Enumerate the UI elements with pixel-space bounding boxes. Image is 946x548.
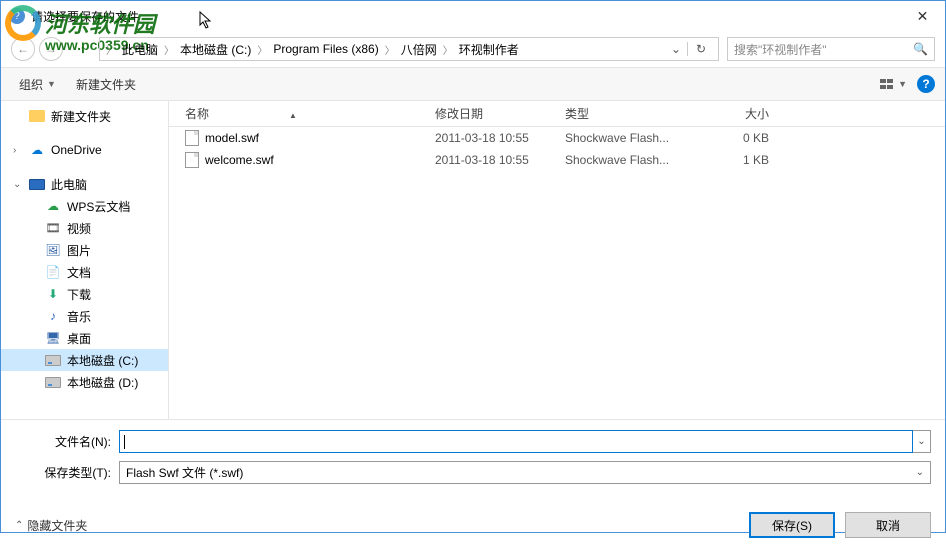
- app-icon: ?: [9, 8, 25, 24]
- expand-icon[interactable]: ›: [13, 145, 16, 156]
- tree-item-desktop[interactable]: 🖥桌面: [1, 327, 168, 349]
- back-button[interactable]: ←: [11, 37, 35, 61]
- tree-item-label: 文档: [67, 264, 91, 281]
- tree-item-label: 图片: [67, 242, 91, 259]
- tree-item-disk[interactable]: 本地磁盘 (C:): [1, 349, 168, 371]
- filetype-label: 保存类型(T):: [15, 464, 119, 481]
- file-name: model.swf: [205, 131, 259, 145]
- save-button[interactable]: 保存(S): [749, 512, 835, 538]
- up-button[interactable]: ↑: [73, 42, 93, 56]
- chevron-right-icon: 〉: [255, 42, 269, 57]
- search-placeholder: 搜索"环视制作者": [734, 41, 827, 58]
- file-list-pane: 名称▲ 修改日期 类型 大小 model.swf 2011-03-18 10:55…: [169, 101, 945, 419]
- tree-item-music[interactable]: ♪音乐: [1, 305, 168, 327]
- cancel-button[interactable]: 取消: [845, 512, 931, 538]
- file-row[interactable]: welcome.swf 2011-03-18 10:55Shockwave Fla…: [169, 149, 945, 171]
- tree-item-label: 本地磁盘 (C:): [67, 352, 138, 369]
- search-input[interactable]: 搜索"环视制作者" 🔍: [727, 37, 935, 61]
- dialog-footer: ⌃ 隐藏文件夹 保存(S) 取消: [1, 502, 945, 548]
- search-icon: 🔍: [913, 42, 928, 56]
- tree-item-pc[interactable]: ⌄ 此电脑: [1, 173, 168, 195]
- forward-button[interactable]: →: [39, 37, 63, 61]
- file-icon: [185, 152, 199, 168]
- crumb-bb[interactable]: 八倍网: [397, 41, 441, 58]
- tree-item-download[interactable]: ⬇下载: [1, 283, 168, 305]
- window-title: 请选择要保存的文件: [31, 8, 900, 25]
- file-type: Shockwave Flash...: [557, 153, 687, 167]
- tree-item-folder[interactable]: 新建文件夹: [1, 105, 168, 127]
- nav-bar: ← → ↑ 〉 此电脑 〉 本地磁盘 (C:) 〉 Program Files …: [1, 31, 945, 67]
- expand-icon[interactable]: ⌄: [13, 179, 21, 190]
- organize-button[interactable]: 组织▼: [11, 72, 64, 97]
- crumb-pc[interactable]: 此电脑: [118, 41, 162, 58]
- chevron-right-icon: 〉: [383, 42, 397, 57]
- tree-item-label: 本地磁盘 (D:): [67, 374, 138, 391]
- file-row[interactable]: model.swf 2011-03-18 10:55Shockwave Flash…: [169, 127, 945, 149]
- refresh-button[interactable]: ↻: [687, 42, 714, 56]
- crumb-hs[interactable]: 环视制作者: [455, 41, 523, 58]
- chevron-right-icon: 〉: [441, 42, 455, 57]
- file-name: welcome.swf: [205, 153, 274, 167]
- view-button[interactable]: ▼: [880, 79, 907, 89]
- tree-item-label: 新建文件夹: [51, 108, 111, 125]
- breadcrumb[interactable]: 〉 此电脑 〉 本地磁盘 (C:) 〉 Program Files (x86) …: [99, 37, 719, 61]
- chevron-right-icon: 〉: [162, 42, 176, 57]
- tree-item-label: OneDrive: [51, 143, 102, 157]
- col-date[interactable]: 修改日期: [427, 105, 557, 122]
- close-button[interactable]: ✕: [900, 1, 945, 31]
- crumb-c[interactable]: 本地磁盘 (C:): [176, 41, 255, 58]
- sidebar-tree[interactable]: 新建文件夹 ›☁OneDrive ⌄ 此电脑 ☁WPS云文档🎞视频🖼图片📄文档⬇下载♪音…: [1, 101, 169, 419]
- filename-label: 文件名(N):: [15, 433, 119, 450]
- col-name[interactable]: 名称▲: [169, 105, 427, 122]
- tree-item-pictures[interactable]: 🖼图片: [1, 239, 168, 261]
- tree-item-disk[interactable]: 本地磁盘 (D:): [1, 371, 168, 393]
- tree-item-onedrive[interactable]: ›☁OneDrive: [1, 139, 168, 161]
- filename-input[interactable]: [119, 430, 913, 453]
- file-date: 2011-03-18 10:55: [427, 153, 557, 167]
- tree-item-label: WPS云文档: [67, 198, 130, 215]
- col-size[interactable]: 大小: [687, 105, 777, 122]
- chevron-down-icon: ⌄: [916, 467, 924, 478]
- help-button[interactable]: ?: [917, 75, 935, 93]
- sort-indicator: ▲: [289, 111, 297, 120]
- file-icon: [185, 130, 199, 146]
- tree-item-wps[interactable]: ☁WPS云文档: [1, 195, 168, 217]
- tree-item-label: 桌面: [67, 330, 91, 347]
- filetype-combo[interactable]: Flash Swf 文件 (*.swf) ⌄: [119, 461, 931, 484]
- tree-item-docs[interactable]: 📄文档: [1, 261, 168, 283]
- file-size: 0 KB: [687, 131, 777, 145]
- tree-item-label: 下载: [67, 286, 91, 303]
- toolbar: 组织▼ 新建文件夹 ▼ ?: [1, 67, 945, 101]
- new-folder-button[interactable]: 新建文件夹: [68, 72, 144, 97]
- column-headers[interactable]: 名称▲ 修改日期 类型 大小: [169, 101, 945, 127]
- title-bar: ? 请选择要保存的文件 ✕: [1, 1, 945, 31]
- tree-item-video[interactable]: 🎞视频: [1, 217, 168, 239]
- file-size: 1 KB: [687, 153, 777, 167]
- file-date: 2011-03-18 10:55: [427, 131, 557, 145]
- crumb-pf[interactable]: Program Files (x86): [269, 42, 382, 56]
- chevron-up-icon: ⌃: [15, 520, 23, 531]
- chevron-right-icon: 〉: [104, 42, 118, 57]
- tree-item-label: 音乐: [67, 308, 91, 325]
- breadcrumb-dropdown[interactable]: ⌄: [665, 42, 687, 56]
- hide-folders-toggle[interactable]: ⌃ 隐藏文件夹: [15, 517, 87, 534]
- file-type: Shockwave Flash...: [557, 131, 687, 145]
- view-icon: [880, 79, 894, 89]
- filename-dropdown[interactable]: ⌄: [913, 430, 931, 453]
- col-type[interactable]: 类型: [557, 105, 687, 122]
- save-form: 文件名(N): ⌄ 保存类型(T): Flash Swf 文件 (*.swf) …: [1, 419, 945, 502]
- tree-item-label: 视频: [67, 220, 91, 237]
- tree-item-label: 此电脑: [51, 176, 87, 193]
